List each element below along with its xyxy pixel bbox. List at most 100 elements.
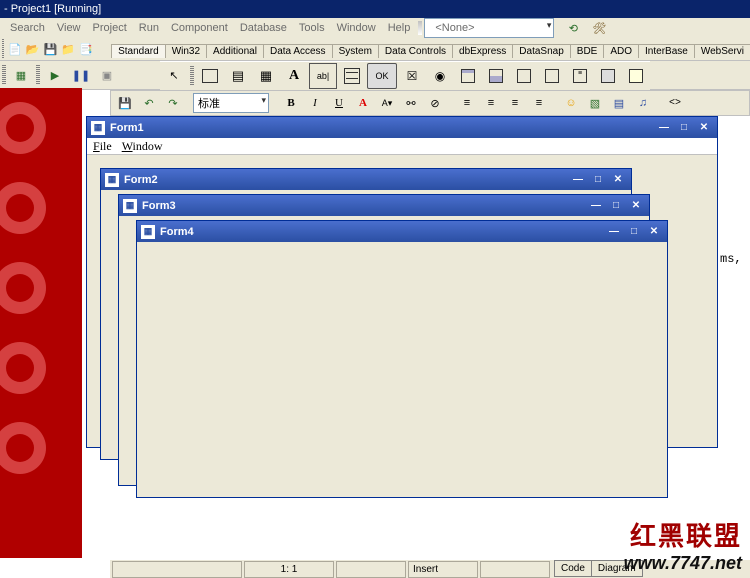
underline-icon[interactable]: U [328,92,350,114]
redo-icon[interactable]: ↷ [162,92,184,114]
minimize-button[interactable]: — [655,120,673,135]
align-center-icon[interactable]: ≡ [480,92,502,114]
form4-window[interactable]: ▦ Form4 — □ ✕ [136,220,668,498]
memo-icon[interactable] [339,63,365,89]
tab-win32[interactable]: Win32 [165,44,207,58]
combobox-icon[interactable] [483,63,509,89]
checkbox-icon[interactable]: ☒ [399,63,425,89]
add-file-icon[interactable]: 📑 [78,37,94,61]
close-button[interactable]: ✕ [645,224,663,239]
close-button[interactable]: ✕ [695,120,713,135]
maximize-button[interactable]: □ [675,120,693,135]
view-unit-icon[interactable]: ▦ [9,63,33,87]
image-icon[interactable]: ▧ [584,92,606,114]
watermark-en: www.7747.net [624,553,742,574]
form1-titlebar[interactable]: ▦ Form1 — □ ✕ [87,117,717,138]
bold-icon[interactable]: B [280,92,302,114]
tab-dbexpress[interactable]: dbExpress [452,44,513,58]
pointer-icon[interactable]: ↖ [161,63,187,89]
toolbar-tabs-row: 📄 📂 💾 📁 📑 Standard Win32 Additional Data… [0,38,750,61]
close-button[interactable]: ✕ [627,198,645,213]
align-justify-icon[interactable]: ≡ [528,92,550,114]
code-icon[interactable]: <> [664,92,686,114]
window-title-bar: - Project1 [Running] [0,0,750,18]
radiogroup-icon[interactable]: ≡ [567,63,593,89]
maximize-button[interactable]: □ [607,198,625,213]
minimize-button[interactable]: — [569,172,587,187]
save-icon[interactable]: 💾 [43,37,59,61]
menu-search[interactable]: Search [4,22,51,34]
tools-icon[interactable]: 🛠 [587,16,611,40]
component-tab-strip: Standard Win32 Additional Data Access Sy… [111,40,750,58]
unlink-icon[interactable]: ⊘ [424,92,446,114]
form1-menu-window[interactable]: Window [122,139,163,154]
frames-icon[interactable] [197,63,223,89]
tab-data-access[interactable]: Data Access [263,44,333,58]
label-icon[interactable]: A [281,63,307,89]
stop-icon[interactable]: ▣ [95,63,119,87]
radiobutton-icon[interactable]: ◉ [427,63,453,89]
maximize-button[interactable]: □ [589,172,607,187]
form1-menu-file[interactable]: File [93,139,112,154]
menu-database[interactable]: Database [234,22,293,34]
run-icon[interactable]: ▶ [43,63,67,87]
undo-icon[interactable]: ↶ [138,92,160,114]
menu-help[interactable]: Help [382,22,417,34]
menu-tools[interactable]: Tools [293,22,331,34]
open-project-icon[interactable]: 📁 [60,37,76,61]
form4-title: Form4 [160,226,194,238]
pause-icon[interactable]: ❚❚ [69,63,93,87]
sync-icon[interactable]: ⟲ [561,16,585,40]
minimize-button[interactable]: — [587,198,605,213]
style-combo[interactable]: 标准 [193,93,269,113]
tab-webservices[interactable]: WebServi [694,44,750,58]
decorative-sidebar [0,88,82,558]
tab-code-view[interactable]: Code [554,560,591,577]
align-right-icon[interactable]: ≡ [504,92,526,114]
close-button[interactable]: ✕ [609,172,627,187]
menu-project[interactable]: Project [87,22,133,34]
save-btn-icon[interactable]: 💾 [114,92,136,114]
emoji-icon[interactable]: ☺ [560,92,582,114]
button-icon[interactable]: OK [367,63,397,89]
link-icon[interactable]: ⚯ [400,92,422,114]
tab-bde[interactable]: BDE [570,44,605,58]
edit-icon[interactable]: ab| [309,63,337,89]
new-icon[interactable]: 📄 [7,37,23,61]
tab-datasnap[interactable]: DataSnap [512,44,570,58]
highlight-icon[interactable]: A▾ [376,92,398,114]
media-icon[interactable]: ▤ [608,92,630,114]
menu-component[interactable]: Component [165,22,234,34]
open-icon[interactable]: 📂 [25,37,41,61]
groupbox-icon[interactable] [539,63,565,89]
form4-titlebar[interactable]: ▦ Form4 — □ ✕ [137,221,667,242]
tab-ado[interactable]: ADO [603,44,639,58]
form3-titlebar[interactable]: ▦ Form3 — □ ✕ [119,195,649,216]
tab-data-controls[interactable]: Data Controls [378,44,453,58]
music-icon[interactable]: ♫ [632,92,654,114]
italic-icon[interactable]: I [304,92,326,114]
insert-mode: Insert [408,561,478,578]
minimize-button[interactable]: — [605,224,623,239]
maximize-button[interactable]: □ [625,224,643,239]
project-combo[interactable]: <None> [424,18,554,38]
tab-standard[interactable]: Standard [111,44,166,58]
scrollbar-icon[interactable] [511,63,537,89]
font-color-icon[interactable]: A [352,92,374,114]
tab-additional[interactable]: Additional [206,44,264,58]
tab-system[interactable]: System [332,44,379,58]
form2-titlebar[interactable]: ▦ Form2 — □ ✕ [101,169,631,190]
form-icon: ▦ [123,199,137,213]
menu-window[interactable]: Window [331,22,382,34]
panel-icon[interactable] [595,63,621,89]
editor-text-fragment: ms, [720,252,742,266]
align-left-icon[interactable]: ≡ [456,92,478,114]
popupmenu-icon[interactable]: ▦ [253,63,279,89]
menu-view[interactable]: View [51,22,87,34]
actionlist-icon[interactable] [623,63,649,89]
component-palette: ↖ ▤ ▦ A ab| OK ☒ ◉ ≡ [160,61,650,90]
listbox-icon[interactable] [455,63,481,89]
mainmenu-icon[interactable]: ▤ [225,63,251,89]
tab-interbase[interactable]: InterBase [638,44,695,58]
menu-run[interactable]: Run [133,22,165,34]
